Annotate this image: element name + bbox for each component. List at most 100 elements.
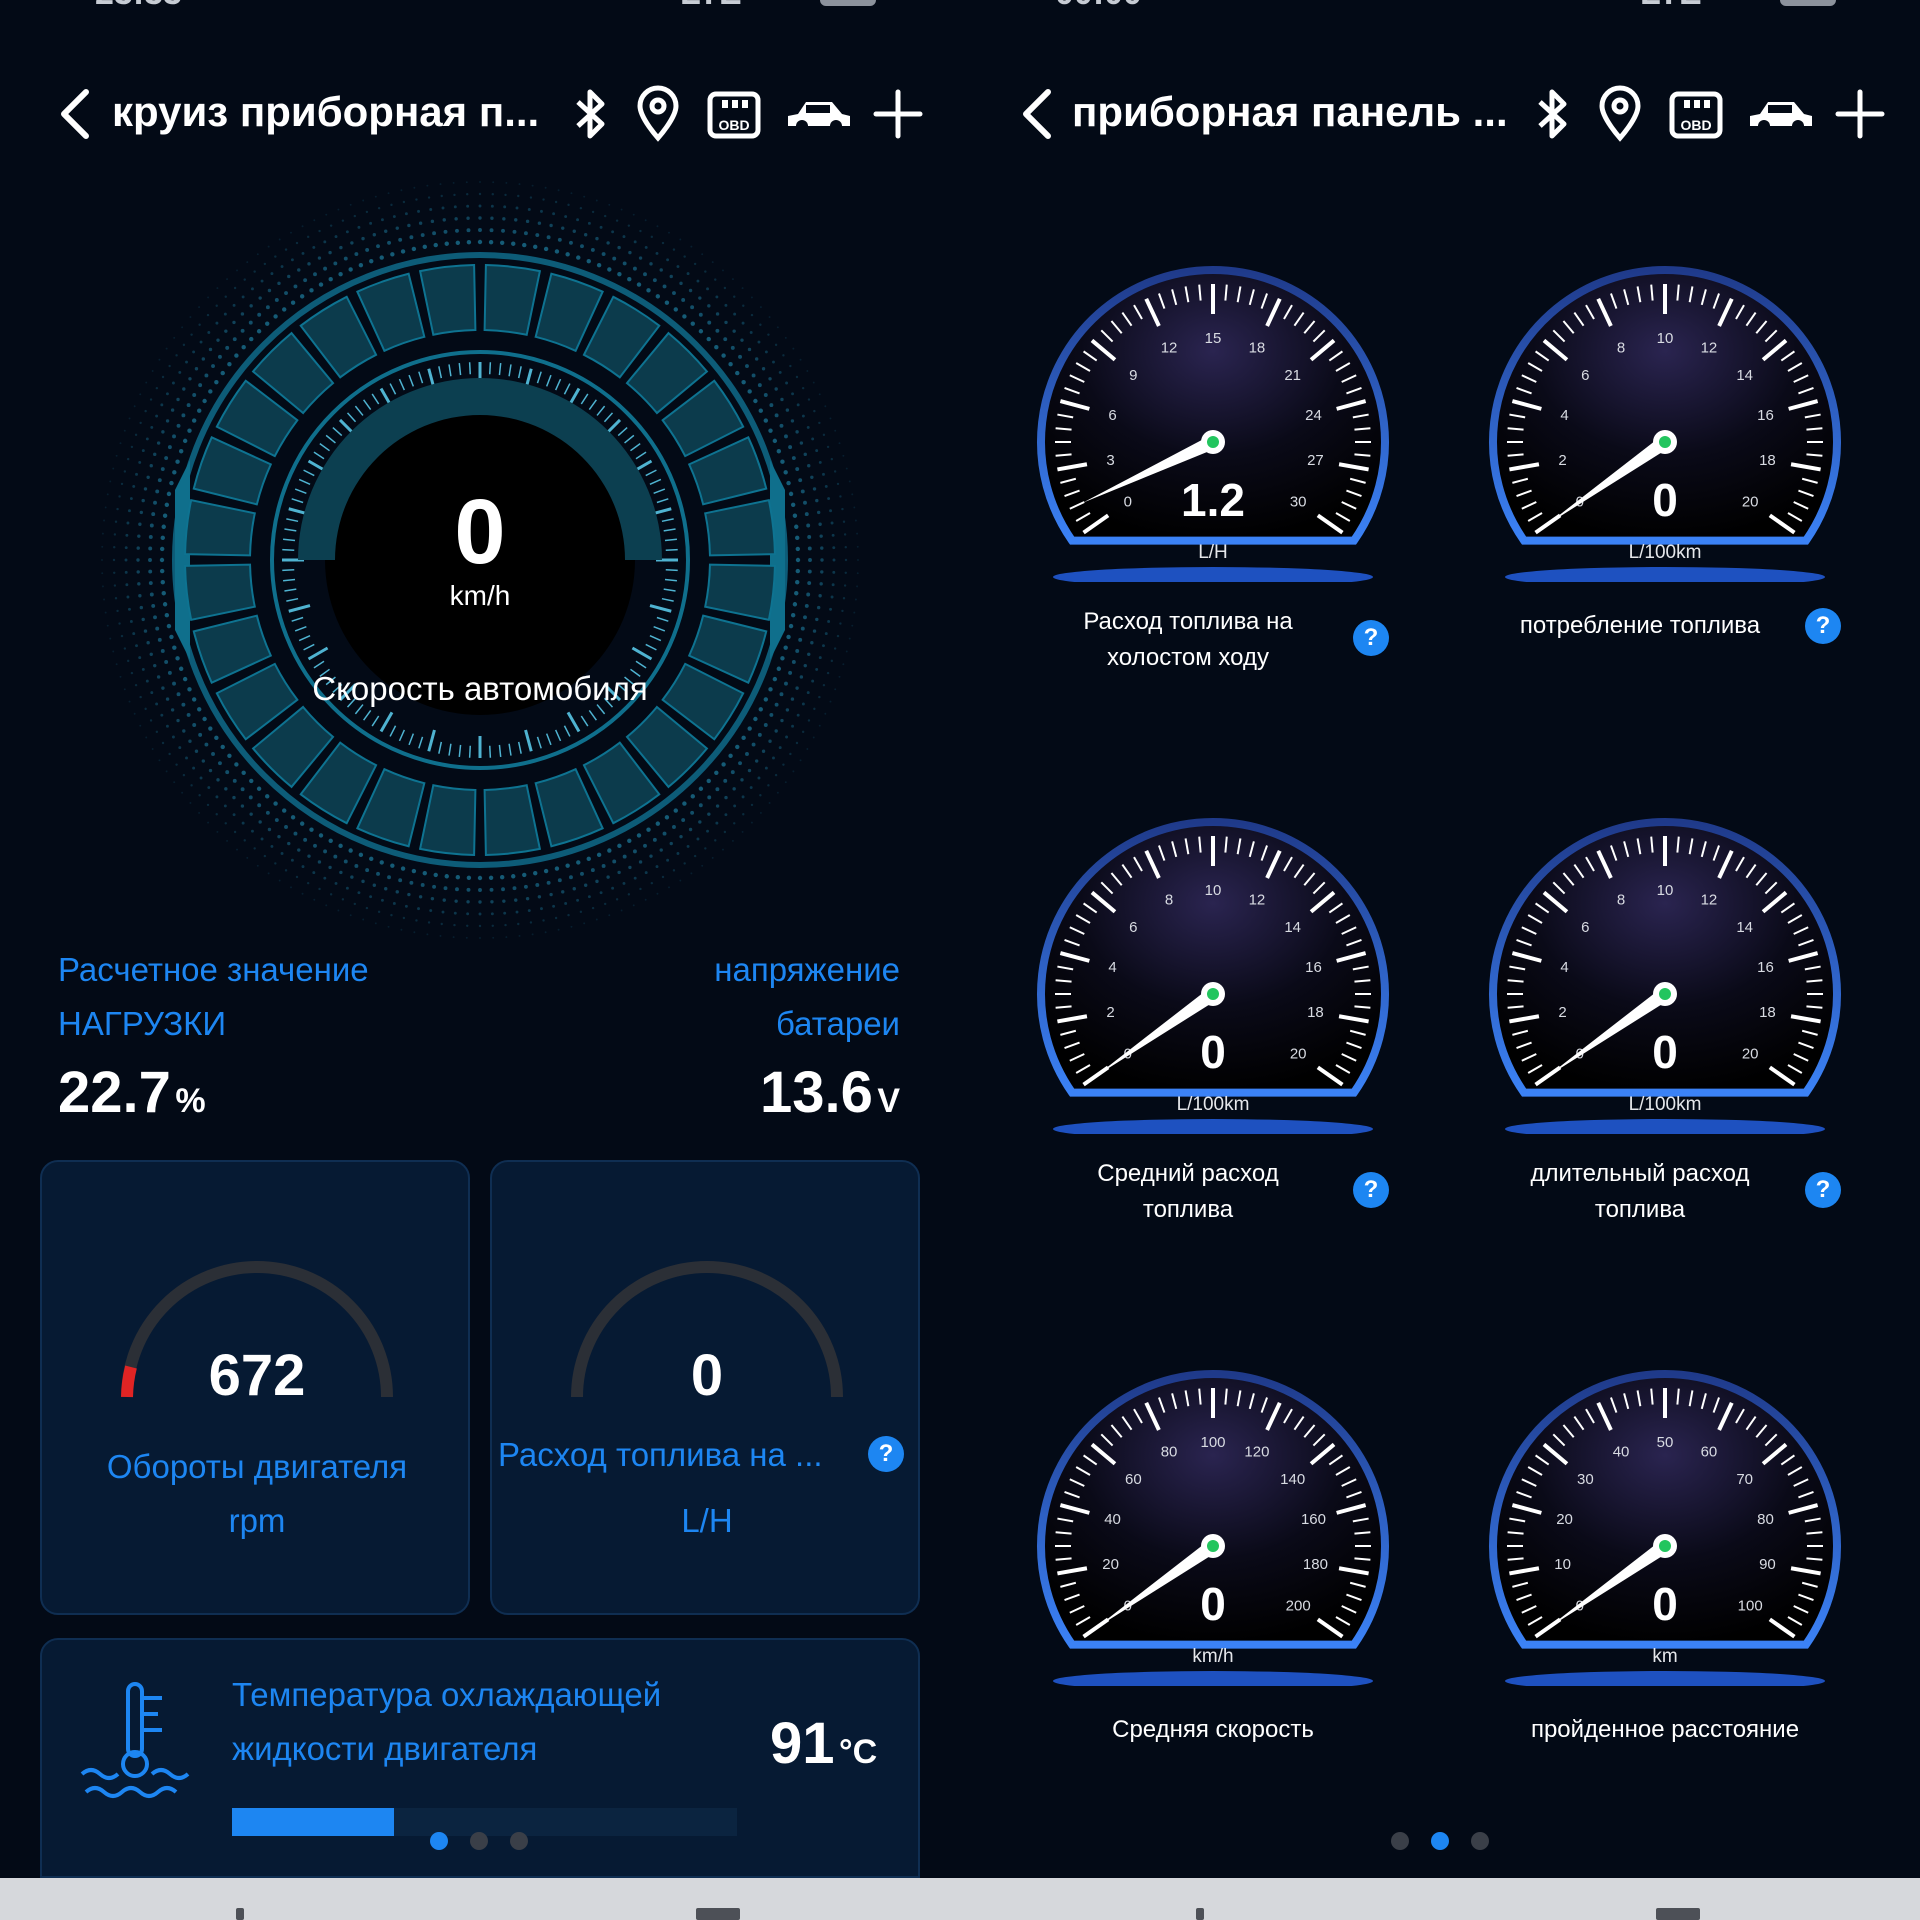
halo-dot	[807, 546, 812, 551]
halo-dot	[851, 493, 854, 496]
pager-dot[interactable]	[510, 1832, 528, 1850]
halo-dot	[851, 624, 854, 627]
pager-dot[interactable]	[1471, 1832, 1489, 1850]
halo-dot	[820, 570, 824, 574]
halo-dot	[398, 237, 403, 242]
pager-dot[interactable]	[430, 1832, 448, 1850]
halo-dot	[404, 904, 408, 908]
halo-dot	[303, 837, 308, 842]
halo-dot	[842, 454, 845, 457]
coolant-progress-track	[232, 1808, 737, 1836]
nav-mark[interactable]	[1196, 1908, 1204, 1920]
halo-dot	[599, 225, 603, 229]
halo-dot	[503, 205, 507, 209]
halo-dot	[488, 875, 494, 881]
halo-dot	[785, 408, 790, 412]
gauge-hub-center	[1207, 436, 1219, 448]
halo-dot	[112, 650, 115, 653]
car-icon[interactable]	[784, 84, 854, 144]
halo-dot	[806, 370, 809, 372]
halo-dot	[608, 914, 611, 917]
car-icon[interactable]	[1746, 84, 1816, 144]
halo-dot	[769, 403, 774, 408]
speedometer-tick	[596, 405, 606, 416]
gauge-tick-label: 16	[1305, 959, 1322, 976]
halo-dot	[265, 810, 270, 815]
plus-icon[interactable]	[868, 84, 928, 144]
gauge-help-button[interactable]: ?	[1805, 1172, 1841, 1208]
halo-dot	[455, 240, 461, 245]
back-icon[interactable]	[1018, 86, 1058, 142]
halo-dot	[564, 902, 568, 905]
halo-dot	[800, 489, 805, 494]
nav-mark[interactable]	[236, 1908, 244, 1920]
halo-dot	[192, 766, 196, 770]
pager-dot[interactable]	[470, 1832, 488, 1850]
halo-dot	[622, 235, 626, 239]
nav-mark[interactable]	[1656, 1908, 1700, 1920]
halo-dot	[785, 381, 789, 385]
plus-icon[interactable]	[1830, 84, 1890, 144]
halo-dot	[208, 347, 213, 352]
gauge-help-button[interactable]: ?	[1353, 1172, 1389, 1208]
speedometer-tick	[635, 451, 647, 460]
halo-dot	[557, 237, 562, 242]
halo-dot	[664, 300, 670, 305]
halo-dot	[842, 663, 845, 666]
gauge-tick-label: 18	[1249, 340, 1266, 357]
halo-dot	[430, 896, 435, 901]
halo-dot	[724, 320, 728, 325]
nav-mark[interactable]	[696, 1908, 740, 1920]
halo-dot	[329, 224, 333, 227]
halo-dot	[216, 778, 220, 782]
status-bar: 00:00 LTE	[960, 0, 1920, 14]
fuel-help-button[interactable]: ?	[868, 1436, 904, 1472]
rpm-card[interactable]: 672 Обороты двигателя rpm	[40, 1160, 470, 1615]
halo-dot	[818, 393, 821, 396]
halo-dot	[257, 803, 262, 808]
halo-dot	[318, 887, 321, 891]
halo-dot	[789, 364, 792, 368]
halo-dot	[453, 923, 456, 927]
obd-icon[interactable]: OBD	[1666, 84, 1726, 144]
halo-dot	[341, 898, 345, 901]
halo-dot	[776, 666, 782, 671]
halo-dot	[139, 421, 142, 425]
halo-dot	[815, 498, 819, 503]
halo-dot	[313, 219, 316, 222]
speedometer-tick	[545, 374, 552, 387]
halo-dot	[101, 585, 104, 588]
halo-dot	[515, 206, 519, 210]
pager-dot[interactable]	[1391, 1832, 1409, 1850]
bluetooth-icon[interactable]	[1522, 84, 1582, 144]
speedometer-tick	[545, 733, 552, 746]
halo-dot	[369, 895, 373, 899]
halo-dot	[126, 595, 130, 599]
halo-dot	[792, 770, 795, 773]
halo-dot	[747, 768, 752, 773]
halo-dot	[146, 641, 150, 645]
halo-dot	[178, 746, 182, 750]
halo-dot	[816, 605, 821, 610]
halo-dot	[839, 495, 842, 498]
halo-dot	[466, 228, 471, 233]
halo-dot	[643, 843, 647, 848]
obd-icon[interactable]: OBD	[704, 84, 764, 144]
halo-dot	[295, 241, 299, 245]
halo-dot	[830, 659, 834, 663]
halo-dot	[856, 532, 859, 535]
location-pin-icon[interactable]	[628, 84, 688, 144]
halo-dot	[148, 535, 153, 539]
bluetooth-icon[interactable]	[560, 84, 620, 144]
back-icon[interactable]	[56, 86, 96, 142]
halo-dot	[666, 858, 670, 862]
gauge-help-button[interactable]: ?	[1353, 620, 1389, 656]
halo-dot	[590, 868, 595, 873]
halo-dot	[175, 354, 178, 357]
pager-dot[interactable]	[1431, 1832, 1449, 1850]
fuel-rate-card[interactable]: 0 Расход топлива на ... ? L/H	[490, 1160, 920, 1615]
halo-dot	[164, 456, 169, 460]
location-pin-icon[interactable]	[1590, 84, 1650, 144]
gauge-help-button[interactable]: ?	[1805, 608, 1841, 644]
halo-dot	[768, 739, 772, 743]
